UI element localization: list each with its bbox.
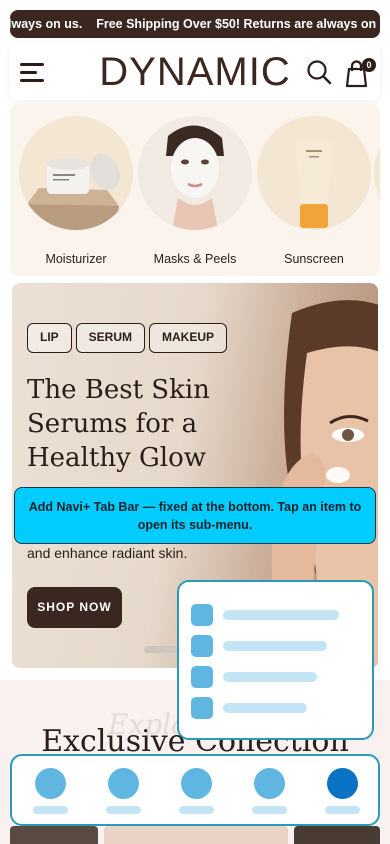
category-image-partial [374,116,380,230]
hero-tags: LIP SERUM MAKEUP [27,323,231,353]
collection-thumbnails [10,826,380,844]
cart-button[interactable]: 0 [344,58,376,88]
navi-plus-tab-bar [10,754,380,826]
moisturizer-jar-image [19,116,133,230]
tab-item-3[interactable] [177,768,217,816]
collection-thumbnail[interactable] [104,826,288,844]
tab-icon [327,768,358,799]
tab-item-2[interactable] [104,768,144,816]
category-strip: Moisturizer Masks & Peels Sunscreen [10,104,380,276]
category-moisturizer[interactable]: Moisturizer [18,116,134,266]
category-masks-peels[interactable]: Masks & Peels [137,116,253,266]
hero-subtitle: and enhance radiant skin. [27,545,188,561]
tab-item-4[interactable] [250,768,290,816]
shop-now-button[interactable]: SHOP NOW [27,587,122,628]
tag-serum[interactable]: SERUM [75,323,146,353]
category-partial[interactable] [374,116,380,230]
hero-title: The Best Skin Serums for a Healthy Glow [27,375,210,473]
tab-submenu-popup [177,580,374,740]
tab-icon [181,768,212,799]
tag-makeup[interactable]: MAKEUP [149,323,228,353]
sunscreen-tube-image [257,116,371,230]
tab-item-5-active[interactable] [323,768,363,816]
collection-thumbnail[interactable] [10,826,98,844]
cart-count-badge: 0 [362,58,376,72]
tab-icon [108,768,139,799]
announcement-text: lways on us. Free Shipping Over $50! Ret… [10,17,380,31]
site-header: DYNAMIC 0 [10,44,380,100]
category-label: Masks & Peels [153,252,237,266]
tab-icon [254,768,285,799]
category-label: Moisturizer [45,252,107,266]
navi-plus-callout: Add Navi+ Tab Bar — fixed at the bottom.… [14,487,376,544]
tab-icon [35,768,66,799]
search-icon[interactable] [306,59,332,85]
collection-thumbnail[interactable] [294,826,380,844]
tag-lip[interactable]: LIP [27,323,72,353]
announcement-bar: lways on us. Free Shipping Over $50! Ret… [10,10,380,38]
category-label: Sunscreen [284,252,344,266]
category-sunscreen[interactable]: Sunscreen [256,116,372,266]
carousel-indicator[interactable] [144,646,180,653]
tab-item-1[interactable] [31,768,71,816]
face-mask-model-image [138,116,252,230]
